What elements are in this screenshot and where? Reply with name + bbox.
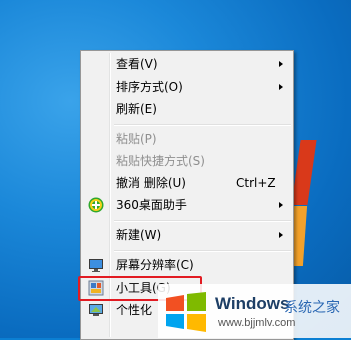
menu-item-label: 新建(W) (116, 228, 162, 242)
menu-item-shortcut: Ctrl+Z (236, 176, 276, 190)
watermark: Windows 系统之家 www.bjjmlv.com (158, 284, 351, 338)
menu-item-view[interactable]: 查看(V) (83, 53, 291, 75)
menu-item-label: 撤消 删除(U) (116, 176, 186, 190)
submenu-arrow-icon (279, 232, 283, 238)
submenu-arrow-icon (279, 61, 283, 67)
menu-separator (114, 220, 291, 222)
menu-item-label: 查看(V) (116, 57, 158, 71)
menu-separator (114, 250, 291, 252)
menu-item-undo-delete[interactable]: 撤消 删除(U) Ctrl+Z (83, 172, 291, 194)
submenu-arrow-icon (279, 202, 283, 208)
menu-item-label: 粘贴(P) (116, 132, 157, 146)
watermark-subtitle: 系统之家 (284, 300, 340, 316)
windows-logo-icon (166, 292, 206, 332)
menu-item-paste-shortcut: 粘贴快捷方式(S) (83, 150, 291, 172)
menu-item-refresh[interactable]: 刷新(E) (83, 98, 291, 120)
watermark-title: Windows (215, 294, 290, 313)
menu-item-360-assistant[interactable]: 360桌面助手 (83, 194, 291, 216)
menu-item-label: 个性化 (116, 303, 153, 317)
wallpaper-red-shape (291, 140, 317, 205)
monitor-icon (89, 259, 103, 272)
menu-item-label: 屏幕分辨率(C) (116, 258, 194, 272)
menu-separator (114, 124, 291, 126)
menu-item-sort[interactable]: 排序方式(O) (83, 76, 291, 98)
menu-item-new[interactable]: 新建(W) (83, 224, 291, 246)
personalize-icon (89, 304, 103, 316)
menu-item-label: 排序方式(O) (116, 80, 183, 94)
menu-item-label: 粘贴快捷方式(S) (116, 154, 205, 168)
menu-item-label: 刷新(E) (116, 102, 157, 116)
watermark-url: www.bjjmlv.com (218, 317, 296, 329)
menu-item-paste: 粘贴(P) (83, 128, 291, 150)
360-icon (88, 197, 104, 213)
menu-item-label: 360桌面助手 (116, 198, 187, 212)
menu-item-screen-resolution[interactable]: 屏幕分辨率(C) (83, 254, 291, 276)
submenu-arrow-icon (279, 84, 283, 90)
